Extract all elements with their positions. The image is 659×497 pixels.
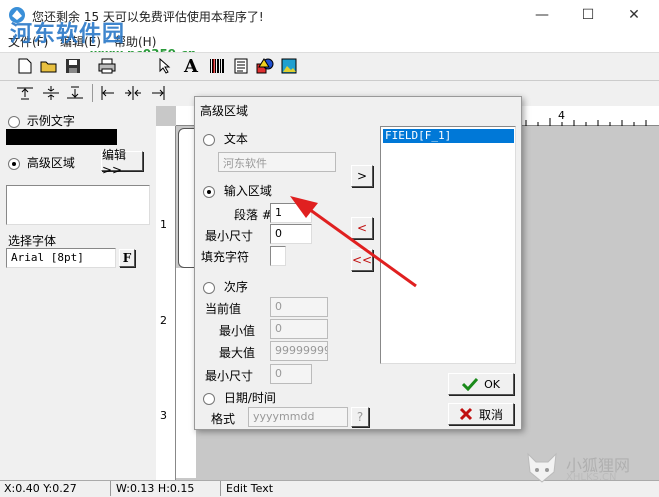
label-page-lower bbox=[176, 268, 196, 478]
ok-button[interactable]: OK bbox=[448, 373, 514, 395]
fill-char-label: 填充字符 bbox=[201, 250, 250, 264]
align-bottom-icon[interactable] bbox=[64, 83, 86, 103]
datetime-label: 日期/时间 bbox=[223, 391, 276, 405]
input-region-label: 输入区域 bbox=[223, 184, 272, 198]
radio-icon bbox=[203, 392, 215, 405]
seq-min-size-field[interactable]: 0 bbox=[270, 364, 312, 384]
document-icon[interactable] bbox=[230, 56, 252, 76]
format-label: 格式 bbox=[211, 412, 236, 426]
font-label: 选择字体 bbox=[8, 234, 57, 248]
text-field[interactable]: 河东软件 bbox=[218, 152, 336, 172]
sample-text-radio[interactable]: 示例文字 bbox=[8, 112, 75, 129]
check-icon bbox=[462, 377, 479, 391]
left-ruler bbox=[156, 126, 176, 480]
min-value-label: 最小值 bbox=[219, 324, 256, 338]
align-vcenter-icon[interactable] bbox=[40, 83, 62, 103]
align-hcenter-icon[interactable] bbox=[122, 83, 144, 103]
image-icon[interactable] bbox=[278, 56, 300, 76]
advanced-region-label: 高级区域 bbox=[26, 156, 75, 170]
add-field-button[interactable]: > bbox=[351, 165, 373, 187]
advanced-region-radio[interactable]: 高级区域 bbox=[8, 154, 75, 171]
remove-field-button[interactable]: < bbox=[351, 217, 373, 239]
open-folder-icon[interactable] bbox=[38, 56, 60, 76]
status-separator bbox=[110, 481, 111, 496]
align-right-icon[interactable] bbox=[146, 83, 168, 103]
cancel-button[interactable]: 取消 bbox=[448, 403, 514, 425]
edit-button[interactable]: 编辑>> bbox=[101, 148, 143, 177]
minimize-button[interactable]: — bbox=[519, 0, 565, 30]
paragraph-label: 段落 # bbox=[234, 208, 272, 222]
fill-char-field[interactable] bbox=[270, 246, 286, 266]
sequence-radio[interactable]: 次序 bbox=[203, 278, 248, 295]
align-top-icon[interactable] bbox=[14, 83, 36, 103]
min-size-field[interactable]: 0 bbox=[270, 224, 312, 244]
radio-icon bbox=[203, 133, 215, 146]
font-field[interactable]: Arial [8pt] bbox=[6, 248, 116, 268]
min-size-label: 最小尺寸 bbox=[205, 229, 254, 243]
text-radio[interactable]: 文本 bbox=[203, 130, 248, 147]
input-region-radio[interactable]: 输入区域 bbox=[203, 182, 272, 199]
ruler-left-mark-1: 1 bbox=[160, 218, 167, 231]
radio-icon bbox=[8, 115, 20, 128]
current-value-label: 当前值 bbox=[205, 302, 242, 316]
ruler-left-mark-2: 2 bbox=[160, 314, 167, 327]
cancel-label: 取消 bbox=[478, 407, 503, 422]
sample-text-label: 示例文字 bbox=[26, 114, 75, 128]
ruler-top-mark: 4 bbox=[558, 109, 565, 122]
min-value-field[interactable]: 0 bbox=[270, 319, 328, 339]
status-separator bbox=[220, 481, 221, 496]
shapes-icon[interactable] bbox=[254, 56, 276, 76]
radio-icon bbox=[203, 185, 215, 198]
format-field[interactable]: yyyymmdd bbox=[248, 407, 348, 427]
radio-icon bbox=[8, 157, 20, 170]
sequence-label: 次序 bbox=[223, 280, 248, 294]
field-list[interactable] bbox=[380, 126, 516, 364]
new-file-icon[interactable] bbox=[14, 56, 36, 76]
list-item[interactable]: FIELD[F_1] bbox=[383, 129, 514, 143]
print-icon[interactable] bbox=[96, 56, 118, 76]
status-position: X:0.40 Y:0.27 bbox=[4, 482, 77, 495]
datetime-radio[interactable]: 日期/时间 bbox=[203, 389, 276, 406]
save-icon[interactable] bbox=[62, 56, 84, 76]
text-radio-label: 文本 bbox=[223, 132, 248, 146]
remove-all-button[interactable]: << bbox=[351, 249, 373, 271]
format-help-button[interactable]: ? bbox=[351, 407, 369, 427]
sample-text-field[interactable] bbox=[6, 129, 117, 145]
select-arrow-icon[interactable] bbox=[154, 56, 176, 76]
status-size: W:0.13 H:0.15 bbox=[116, 482, 195, 495]
close-button[interactable]: ✕ bbox=[611, 0, 657, 30]
close-icon bbox=[459, 407, 473, 421]
ruler-left-mark-3: 3 bbox=[160, 409, 167, 422]
seq-min-size-label: 最小尺寸 bbox=[205, 369, 254, 383]
max-value-field[interactable]: 999999999 bbox=[270, 341, 328, 361]
text-icon[interactable]: A bbox=[180, 56, 202, 77]
corner-watermark-url: XHLKS.CN bbox=[566, 472, 617, 483]
watermark-logo: 河东软件园 bbox=[10, 22, 126, 47]
fox-logo-icon bbox=[527, 452, 557, 483]
toolbar-separator bbox=[92, 84, 93, 102]
status-mode: Edit Text bbox=[226, 482, 274, 495]
max-value-label: 最大值 bbox=[219, 346, 256, 360]
maximize-button[interactable]: ☐ bbox=[565, 0, 611, 30]
barcode-icon[interactable] bbox=[206, 56, 228, 76]
align-left-icon[interactable] bbox=[98, 83, 120, 103]
font-button[interactable]: F bbox=[119, 249, 135, 267]
ok-label: OK bbox=[484, 377, 500, 391]
paragraph-field[interactable]: 1 bbox=[270, 203, 312, 223]
region-preview bbox=[6, 185, 150, 225]
radio-icon bbox=[203, 281, 215, 294]
dialog-title: 高级区域 bbox=[200, 104, 249, 118]
current-value-field[interactable]: 0 bbox=[270, 297, 328, 317]
